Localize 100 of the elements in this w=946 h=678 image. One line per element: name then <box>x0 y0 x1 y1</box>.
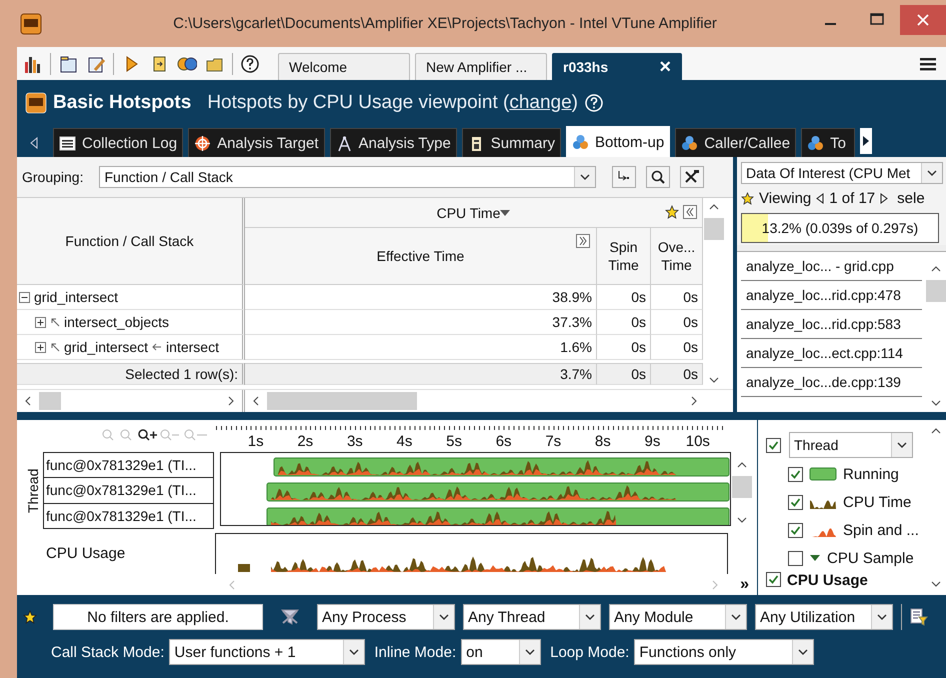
tick-label: 4s <box>396 432 414 452</box>
filter-dropdown[interactable]: Any Process <box>317 604 455 630</box>
view-tab[interactable]: Caller/Callee <box>675 128 796 157</box>
tools-button[interactable] <box>680 166 704 188</box>
stack-frame[interactable]: analyze_loc...ect.cpp:114 <box>741 339 922 368</box>
checkbox[interactable] <box>766 572 781 587</box>
filter-dropdown[interactable]: Any Utilization <box>755 604 893 630</box>
scroll-down-icon[interactable] <box>709 377 719 383</box>
project-icon[interactable] <box>58 54 78 74</box>
expand-columns-icon[interactable] <box>576 234 590 248</box>
column-header[interactable]: Spin Time <box>597 228 651 285</box>
target-icon <box>194 134 212 152</box>
filter-dropdown[interactable]: Any Thread <box>463 604 601 630</box>
log-icon <box>59 134 76 152</box>
compass-icon <box>336 134 353 152</box>
scroll-down-icon[interactable] <box>931 581 941 587</box>
scroll-left-icon[interactable] <box>25 396 31 406</box>
more-button[interactable]: » <box>740 576 749 594</box>
filter-settings-icon[interactable] <box>910 608 928 626</box>
call-stack-button[interactable] <box>612 166 636 188</box>
scrollbar-thumb[interactable] <box>39 392 61 410</box>
expand-icon[interactable] <box>35 342 46 352</box>
view-tab[interactable]: Analysis Target <box>188 128 325 157</box>
view-tab[interactable]: Bottom-up <box>566 126 670 157</box>
stack-frame[interactable]: analyze_loc... - grid.cpp <box>741 252 922 281</box>
view-tab[interactable]: To <box>801 128 856 157</box>
scroll-left-icon[interactable] <box>253 396 259 406</box>
scroll-up-icon[interactable] <box>709 204 719 210</box>
document-tab[interactable]: Welcome <box>278 53 410 80</box>
checkbox[interactable] <box>788 494 803 510</box>
scroll-up-icon[interactable] <box>737 462 747 468</box>
view-tab[interactable]: Analysis Type <box>330 128 457 157</box>
meter-reading: 13.2% (0.039s of 0.297s) <box>762 220 918 236</box>
molecule-icon <box>681 134 698 152</box>
mode-dropdown[interactable]: Functions only <box>634 639 814 665</box>
table-cell: 3.7% <box>245 363 597 385</box>
column-header[interactable]: Function / Call Stack <box>17 198 245 285</box>
running-swatch-icon <box>809 467 837 481</box>
stack-frame[interactable]: analyze_loc...rid.cpp:478 <box>741 281 922 310</box>
scrollbar-thumb[interactable] <box>926 280 946 302</box>
column-header[interactable]: CPU Time <box>245 198 703 228</box>
view-tab[interactable]: Collection Log <box>53 128 184 157</box>
collapse-icon[interactable] <box>19 292 30 302</box>
previous-icon[interactable] <box>816 193 824 204</box>
thread-label[interactable]: func@0x781329e1 (TI... <box>43 504 214 529</box>
tick-label: 1s <box>246 432 265 452</box>
scrollbar-thumb[interactable] <box>267 392 417 410</box>
function-name: grid_intersect <box>34 289 118 305</box>
thread-label[interactable]: func@0x781329e1 (TI... <box>43 453 214 478</box>
grouping-dropdown[interactable]: Function / Call Stack <box>99 166 596 188</box>
thread-label[interactable]: func@0x781329e1 (TI... <box>43 478 214 504</box>
expand-icon[interactable] <box>35 316 46 328</box>
close-icon[interactable] <box>900 4 946 34</box>
checkbox[interactable] <box>788 522 803 538</box>
mode-dropdown[interactable]: User functions + 1 <box>169 639 366 665</box>
column-header[interactable]: Ove... Time <box>651 228 703 285</box>
help-icon[interactable] <box>240 54 260 74</box>
scrollbar-thumb[interactable] <box>732 476 752 498</box>
document-tab[interactable]: r033hs × <box>552 53 682 80</box>
checkbox[interactable] <box>766 438 781 452</box>
stack-frame[interactable]: analyze_loc...rid.cpp:583 <box>741 310 922 339</box>
checkbox[interactable] <box>788 550 803 566</box>
scroll-up-icon[interactable] <box>931 428 941 434</box>
viewing-label: Viewing <box>759 190 812 207</box>
scroll-down-icon[interactable] <box>737 517 747 523</box>
clear-filter-icon[interactable] <box>279 607 301 627</box>
scroll-right-icon[interactable] <box>228 396 234 406</box>
tab-close-button[interactable]: × <box>659 57 671 77</box>
splitter-handle[interactable] <box>737 245 946 252</box>
filter-dropdown[interactable]: Any Module <box>609 604 747 630</box>
view-tab[interactable]: Summary <box>462 128 561 157</box>
function-name: intersect <box>166 339 219 355</box>
tick-label: 7s <box>544 432 562 452</box>
mode-label: Inline Mode: <box>374 644 456 660</box>
checkbox[interactable] <box>788 466 803 482</box>
collapse-columns-icon[interactable] <box>683 205 697 219</box>
data-of-interest-dropdown[interactable]: Data Of Interest (CPU Met <box>741 162 943 184</box>
thread-dropdown[interactable]: Thread <box>789 432 913 458</box>
scroll-right-icon[interactable] <box>860 128 872 154</box>
column-header[interactable]: Effective Time <box>245 228 597 285</box>
next-icon[interactable] <box>880 193 888 204</box>
search-button[interactable] <box>646 166 670 188</box>
tick-label: 8s <box>594 432 612 452</box>
star-icon[interactable] <box>665 205 679 219</box>
star-icon <box>741 192 754 205</box>
table-cell: 1.6% <box>245 335 597 360</box>
change-link[interactable]: change <box>509 92 572 112</box>
back-arrow-icon <box>152 343 162 351</box>
position-text: 1 of 17 <box>829 190 876 207</box>
scroll-right-icon[interactable] <box>691 396 697 406</box>
caret-icon <box>585 614 595 620</box>
document-tab[interactable]: New Amplifier ... <box>415 53 547 80</box>
tick-label: 3s <box>346 432 364 452</box>
stack-frame[interactable]: analyze_loc...de.cpp:139 <box>741 368 922 397</box>
mode-dropdown[interactable]: on <box>461 639 542 665</box>
scroll-up-icon[interactable] <box>931 266 941 272</box>
scrollbar-thumb[interactable] <box>704 218 724 240</box>
scroll-down-icon[interactable] <box>931 400 941 406</box>
caret-icon <box>731 614 741 620</box>
star-icon[interactable] <box>23 610 37 624</box>
